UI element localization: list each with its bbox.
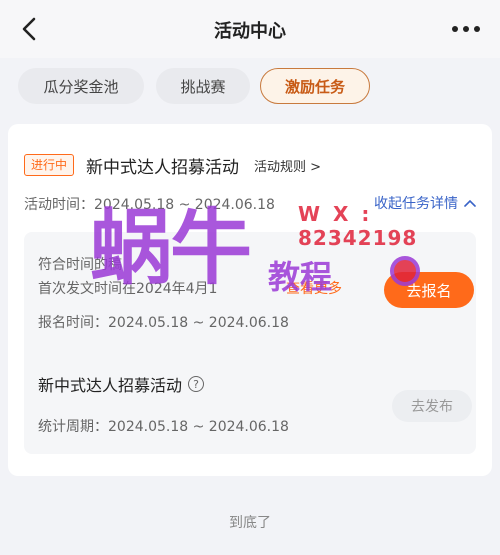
requirement-line: 首次发文时间在2024年4月1	[38, 281, 218, 297]
end-of-list-text: 到底了	[229, 515, 271, 531]
tab-bonus-pool[interactable]: 瓜分奖金池	[18, 68, 144, 104]
tab-bar: 瓜分奖金池 挑战赛 激励任务	[0, 68, 500, 108]
dot-icon	[452, 26, 458, 32]
requirement-line: 符合时间的稿	[38, 257, 122, 273]
tab-incentive-tasks[interactable]: 激励任务	[260, 68, 370, 104]
signup-time: 报名时间：2024.05.18 ~ 2024.06.18	[38, 315, 289, 331]
activity-rules-link[interactable]: 活动规则 >	[254, 156, 321, 175]
page-title: 活动中心	[214, 21, 286, 42]
more-options-button[interactable]	[452, 22, 482, 36]
view-more-link[interactable]: 查看更多	[286, 278, 342, 298]
question-icon[interactable]: ?	[188, 376, 205, 392]
collapse-details-link[interactable]: 收起任务详情	[374, 193, 476, 213]
activity-title: 新中式达人招募活动	[86, 158, 239, 178]
activity-time: 活动时间：2024.05.18 ~ 2024.06.18	[24, 197, 275, 213]
signup-button[interactable]: 去报名	[384, 272, 474, 308]
chevron-up-icon	[464, 199, 476, 207]
task-title-text: 新中式达人招募活动	[38, 376, 183, 395]
task-title: 新中式达人招募活动 ?	[38, 372, 205, 396]
tab-challenge[interactable]: 挑战赛	[156, 68, 250, 104]
top-bar: 活动中心	[0, 0, 500, 58]
activity-card: 进行中 新中式达人招募活动 活动规则 > 活动时间：2024.05.18 ~ 2…	[8, 124, 492, 476]
dot-icon	[474, 26, 480, 32]
status-badge: 进行中	[24, 154, 75, 176]
stat-period: 统计周期：2024.05.18 ~ 2024.06.18	[38, 419, 289, 435]
dot-icon	[463, 26, 469, 32]
task-panel: 符合时间的稿 首次发文时间在2024年4月1 查看更多 去报名 报名时间：202…	[24, 232, 476, 454]
collapse-details-label: 收起任务详情	[374, 196, 458, 212]
publish-button[interactable]: 去发布	[392, 390, 472, 422]
